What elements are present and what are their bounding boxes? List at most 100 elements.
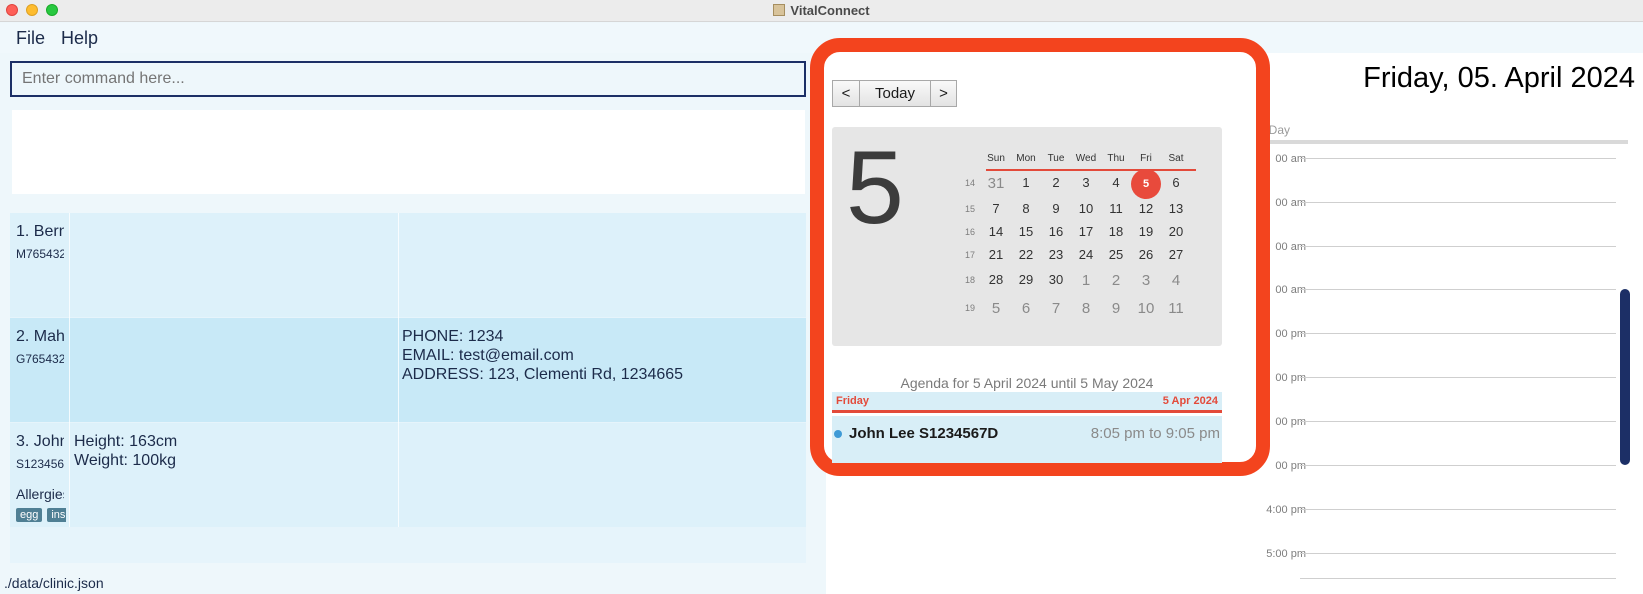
app-icon bbox=[773, 4, 786, 16]
calendar-day[interactable]: 3 bbox=[1131, 272, 1161, 289]
selected-day[interactable]: 5 bbox=[1131, 169, 1161, 199]
patient-list[interactable]: 1. Bernic M765432 2. Mahle G765432 PHONE… bbox=[10, 213, 806, 563]
calendar-day[interactable]: 2 bbox=[1101, 272, 1131, 289]
month-calendar: 5 Sun Mon Tue Wed Thu Fri Sat 14 31 1 2 3 4 5 6… bbox=[832, 127, 1222, 346]
calendar-day[interactable]: 4 bbox=[1101, 175, 1131, 190]
window-title-bar: VitalConnect bbox=[0, 0, 1643, 22]
week-number: 18 bbox=[964, 275, 975, 285]
event-time: 8:05 pm to 9:05 pm bbox=[1090, 425, 1220, 442]
weekday-label: Thu bbox=[1107, 153, 1125, 164]
patient-card-3[interactable]: 3. John S123456 Height: 163cm Weight: 10… bbox=[10, 423, 806, 527]
patient-card-2[interactable]: 2. Mahle G765432 PHONE: 1234 EMAIL: test… bbox=[10, 318, 806, 422]
week-number: 14 bbox=[964, 178, 975, 188]
calendar-day[interactable]: 6 bbox=[1161, 175, 1191, 190]
calendar-day[interactable]: 28 bbox=[981, 272, 1011, 287]
hour-line bbox=[1300, 289, 1616, 290]
agenda-event[interactable]: John Lee S1234567D 8:05 pm to 9:05 pm bbox=[832, 416, 1222, 463]
previous-button[interactable]: < bbox=[832, 80, 860, 107]
agenda-date: 5 Apr 2024 bbox=[1162, 395, 1218, 407]
weekday-label: Sun bbox=[987, 153, 1005, 164]
calendar-day[interactable]: 15 bbox=[1011, 224, 1041, 239]
calendar-day[interactable]: 1 bbox=[1011, 175, 1041, 190]
patient-name: 3. John bbox=[16, 433, 64, 450]
allergy-tag: egg bbox=[16, 508, 43, 522]
calendar-day[interactable]: 7 bbox=[1041, 300, 1071, 317]
hour-line bbox=[1300, 377, 1616, 378]
calendar-day[interactable]: 18 bbox=[1101, 224, 1131, 239]
patient-name: 1. Bernic bbox=[16, 223, 64, 240]
calendar-day[interactable]: 17 bbox=[1071, 224, 1101, 239]
week-number: 16 bbox=[964, 227, 975, 237]
time-label: 5:00 pm bbox=[1266, 548, 1306, 560]
hour-line bbox=[1300, 246, 1616, 247]
status-bar-path: ./data/clinic.json bbox=[4, 575, 104, 591]
schedule-date-heading: Friday, 05. April 2024 bbox=[1363, 62, 1635, 94]
calendar-day[interactable]: 3 bbox=[1071, 175, 1101, 190]
calendar-day[interactable]: 14 bbox=[981, 224, 1011, 239]
calendar-day[interactable]: 5 bbox=[981, 300, 1011, 317]
calendar-day[interactable]: 9 bbox=[1101, 300, 1131, 317]
calendar-day[interactable]: 16 bbox=[1041, 224, 1071, 239]
schedule-scrollbar[interactable] bbox=[1620, 289, 1630, 465]
calendar-day[interactable]: 23 bbox=[1041, 247, 1071, 262]
weekday-label: Sat bbox=[1168, 153, 1184, 164]
calendar-day[interactable]: 22 bbox=[1011, 247, 1041, 262]
calendar-day[interactable]: 21 bbox=[981, 247, 1011, 262]
hour-line bbox=[1300, 578, 1616, 579]
hour-line bbox=[1300, 421, 1616, 422]
calendar-day[interactable]: 29 bbox=[1011, 272, 1041, 287]
big-day-number: 5 bbox=[846, 130, 904, 246]
allergy-tag: insu bbox=[47, 508, 66, 522]
menu-help[interactable]: Help bbox=[61, 28, 98, 49]
allergy-tags: egginsu bbox=[16, 505, 66, 523]
calendar-day[interactable]: 6 bbox=[1011, 300, 1041, 317]
week-number: 15 bbox=[964, 204, 975, 214]
calendar-day[interactable]: 10 bbox=[1131, 300, 1161, 317]
calendar-day[interactable]: 4 bbox=[1161, 272, 1191, 289]
calendar-day[interactable]: 9 bbox=[1041, 201, 1071, 216]
column-divider bbox=[398, 213, 399, 527]
allergies-label: Allergies bbox=[16, 486, 64, 502]
calendar-day[interactable]: 25 bbox=[1101, 247, 1131, 262]
hour-line bbox=[1300, 202, 1616, 203]
calendar-day[interactable]: 11 bbox=[1161, 300, 1191, 317]
hour-line bbox=[1300, 333, 1616, 334]
calendar-day[interactable]: 31 bbox=[981, 175, 1011, 192]
calendar-day[interactable]: 10 bbox=[1071, 201, 1101, 216]
patient-card-1[interactable]: 1. Bernic M765432 bbox=[10, 213, 806, 317]
patient-id: M765432 bbox=[16, 247, 64, 261]
column-divider bbox=[69, 213, 70, 527]
agenda-day-header: Friday 5 Apr 2024 bbox=[832, 392, 1222, 413]
next-button[interactable]: > bbox=[930, 80, 957, 107]
agenda-day: Friday bbox=[836, 395, 870, 407]
calendar-day[interactable]: 8 bbox=[1011, 201, 1041, 216]
today-button[interactable]: Today bbox=[859, 80, 931, 107]
menu-file[interactable]: File bbox=[16, 28, 45, 49]
week-number: 17 bbox=[964, 250, 975, 260]
patient-weight: Weight: 100kg bbox=[74, 452, 176, 469]
event-title: John Lee S1234567D bbox=[849, 425, 999, 442]
hour-line bbox=[1300, 553, 1616, 554]
command-input[interactable] bbox=[10, 61, 806, 97]
time-label: 4:00 pm bbox=[1266, 504, 1306, 516]
calendar-day[interactable]: 8 bbox=[1071, 300, 1101, 317]
calendar-day[interactable]: 7 bbox=[981, 201, 1011, 216]
calendar-day[interactable]: 30 bbox=[1041, 272, 1071, 287]
patient-id: G765432 bbox=[16, 352, 64, 366]
weekday-label: Mon bbox=[1016, 153, 1036, 164]
patient-name: 2. Mahle bbox=[16, 328, 64, 345]
calendar-day[interactable]: 27 bbox=[1161, 247, 1191, 262]
calendar-day[interactable]: 26 bbox=[1131, 247, 1161, 262]
weekday-label: Fri bbox=[1140, 153, 1152, 164]
calendar-day[interactable]: 12 bbox=[1131, 201, 1161, 216]
patient-address: ADDRESS: 123, Clementi Rd, 1234665 bbox=[402, 366, 684, 383]
hour-line bbox=[1300, 158, 1616, 159]
patient-id: S123456 bbox=[16, 457, 64, 471]
calendar-day[interactable]: 24 bbox=[1071, 247, 1101, 262]
calendar-day[interactable]: 11 bbox=[1101, 201, 1131, 216]
calendar-day[interactable]: 20 bbox=[1161, 224, 1191, 239]
calendar-day[interactable]: 1 bbox=[1071, 272, 1101, 289]
calendar-day[interactable]: 13 bbox=[1161, 201, 1191, 216]
calendar-day[interactable]: 2 bbox=[1041, 175, 1071, 190]
calendar-day[interactable]: 19 bbox=[1131, 224, 1161, 239]
